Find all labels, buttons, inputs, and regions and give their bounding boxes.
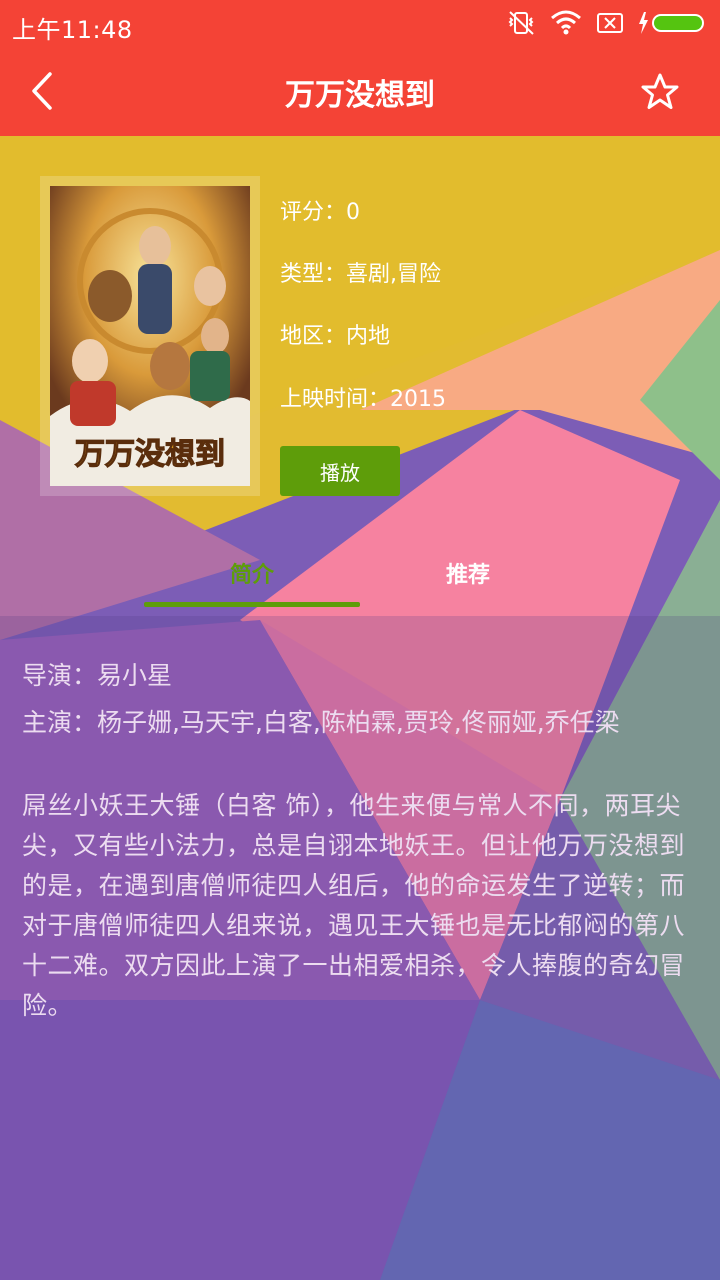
- app-bar: 万万没想到: [0, 50, 720, 136]
- status-bar: 上午11:48: [0, 0, 720, 50]
- vibrate-off-icon: [506, 10, 536, 36]
- play-button[interactable]: 播放: [280, 446, 400, 496]
- tab-bar: 简介 推荐: [0, 540, 720, 616]
- status-icons: [506, 10, 708, 36]
- favorite-button[interactable]: [636, 68, 684, 116]
- star-outline-icon: [641, 73, 679, 109]
- battery-charging-icon: [638, 11, 708, 35]
- wifi-icon: [550, 10, 582, 36]
- movie-poster[interactable]: 万万没想到: [50, 186, 250, 486]
- poster-frame: 万万没想到: [40, 176, 260, 496]
- no-sim-icon: [596, 11, 624, 35]
- page-title: 万万没想到: [285, 78, 435, 113]
- director-text: 导演：易小星: [22, 661, 173, 690]
- tab-indicator: [144, 602, 360, 607]
- tab-recommend[interactable]: 推荐: [360, 540, 576, 606]
- tab-intro[interactable]: 简介: [144, 540, 360, 606]
- svg-text:万万没想到: 万万没想到: [75, 437, 225, 472]
- status-time: 上午11:48: [12, 16, 133, 44]
- synopsis-text: 屌丝小妖王大锤（白客 饰），他生来便与常人不同，两耳尖尖，又有些小法力，总是自诩…: [22, 791, 686, 1020]
- region-text: 地区：内地: [280, 324, 391, 349]
- release-text: 上映时间：2015: [280, 387, 446, 412]
- credits: 导演：易小星 主演：杨子姗,马天宇,白客,陈柏霖,贾玲,佟丽娅,乔任梁: [22, 652, 702, 746]
- rating-text: 评分：0: [280, 200, 360, 225]
- genre-text: 类型：喜剧,冒险: [280, 262, 441, 287]
- cast-text: 主演：杨子姗,马天宇,白客,陈柏霖,贾玲,佟丽娅,乔任梁: [22, 708, 620, 737]
